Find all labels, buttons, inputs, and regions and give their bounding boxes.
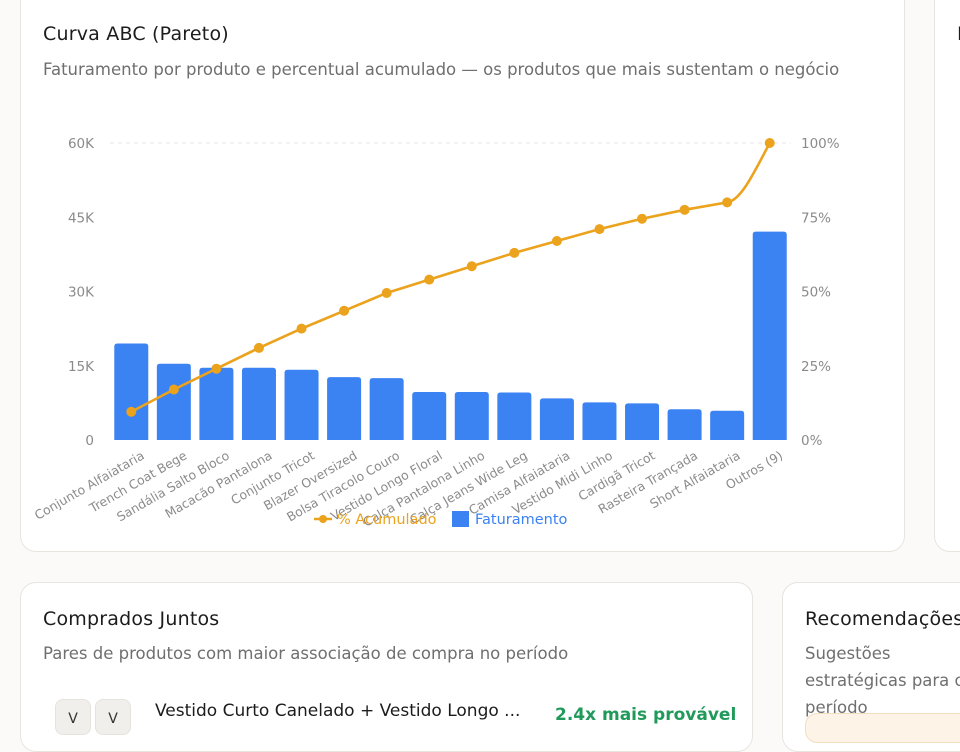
legend-line-dot [319,515,327,523]
y-tick-label: 30K [68,285,95,301]
bought-together-subtitle: Pares de produtos com maior associação d… [43,644,569,663]
recommendations-subtitle: Sugestões estratégicas para o período [805,644,960,717]
product-thumb-a: V [55,699,91,735]
y-tick-label: 15K [68,359,95,375]
y-tick-label: 60K [68,136,95,152]
bar [454,391,489,440]
y2-tick-label: 25% [801,359,831,375]
y-tick-label: 0 [85,433,94,449]
bar [369,378,404,440]
line-point [126,406,137,417]
line-point [764,138,775,148]
line-point [679,204,690,215]
y2-tick-label: 50% [801,285,831,301]
bought-together-title: Comprados Juntos [43,608,220,630]
bought-together-card: Comprados Juntos Pares de produtos com m… [20,582,753,752]
recommendation-chip[interactable] [805,713,960,743]
line-point [253,342,264,353]
pareto-chart: 015K30K45K60K 0%25%50%75%100% Conjunto A… [32,136,840,530]
y2-tick-label: 0% [801,433,823,449]
bar-series [114,231,787,440]
secondary-card: I [934,0,960,552]
bar [625,403,660,440]
line-point [466,261,477,272]
y-axis-right: 0% 25% 50% 75% 100% [801,136,840,449]
recommendations-title: Recomendações [805,608,960,630]
bar [582,402,617,440]
bar [752,231,787,440]
bar [199,367,234,440]
line-point [296,323,307,334]
line-point [637,213,648,224]
bar [539,398,574,440]
legend-label-line: % Acumulado [337,512,437,528]
recommendations-card: Recomendações Sugestões estratégicas par… [782,582,960,752]
bar [114,343,149,440]
line-point [722,197,733,208]
bar [156,363,191,440]
bar [497,392,532,440]
product-pair-name: Vestido Curto Canelado + Vestido Longo .… [155,701,521,721]
bar [710,410,745,440]
line-point [339,305,350,316]
product-pair-row[interactable]: V V Vestido Curto Canelado + Vestido Lon… [55,699,755,739]
y2-tick-label: 75% [801,210,831,226]
line-point [168,384,179,395]
y-tick-label: 45K [68,210,95,226]
product-thumb-b: V [95,699,131,735]
bar [327,377,362,440]
line-point [594,224,605,235]
bar [412,391,447,440]
y-axis-left: 0 15K 30K 45K 60K [68,136,95,449]
legend-bar-swatch [452,511,469,527]
pareto-card: Curva ABC (Pareto) Faturamento por produ… [20,0,905,552]
bar [667,409,702,440]
bar [241,367,276,440]
product-pair-lift: 2.4x mais provável [555,705,737,725]
legend-label-bar: Faturamento [475,512,568,528]
bar [284,369,319,440]
y2-tick-label: 100% [801,136,840,152]
line-point [424,274,435,285]
line-point [509,247,520,258]
chart-legend: % Acumulado Faturamento [314,511,568,528]
line-point [211,363,222,374]
line-point [551,236,562,247]
line-point [381,287,392,298]
